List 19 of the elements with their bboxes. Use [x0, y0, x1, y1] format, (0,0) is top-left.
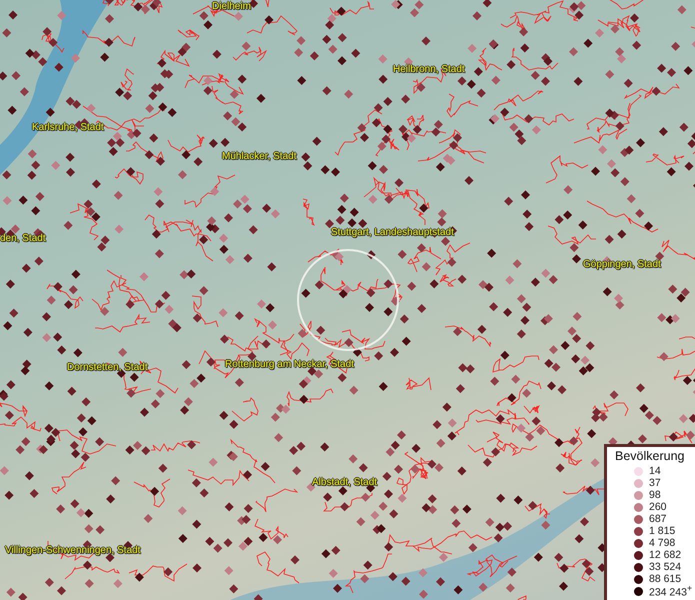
place-label: Mühlacker, Stadt [222, 151, 296, 162]
legend-label: 1 815 [649, 525, 676, 537]
legend-label: 98 [649, 489, 661, 501]
place-label: den, Stadt [0, 233, 46, 244]
legend-label: 687 [649, 513, 667, 525]
legend-label: 234 243$^{+}$ [649, 583, 692, 599]
legend-label: 14 [649, 465, 661, 477]
legend-label: 4 798 [649, 537, 676, 549]
legend-label: 12 682 [649, 549, 682, 561]
legend-label: 37 [649, 477, 661, 489]
legend-title: Bevölkerung [615, 449, 686, 463]
legend-label: 260 [649, 501, 667, 513]
place-label: Karlsruhe, Stadt [32, 122, 104, 133]
place-label: Albstadt, Stadt [312, 477, 378, 488]
place-label: Dielheim [212, 1, 251, 12]
place-label: Göppingen, Stadt [583, 259, 661, 270]
place-label: Heilbronn, Stadt [393, 64, 465, 75]
legend-label: 88 615 [649, 573, 682, 585]
legend-label: 33 524 [649, 561, 682, 573]
